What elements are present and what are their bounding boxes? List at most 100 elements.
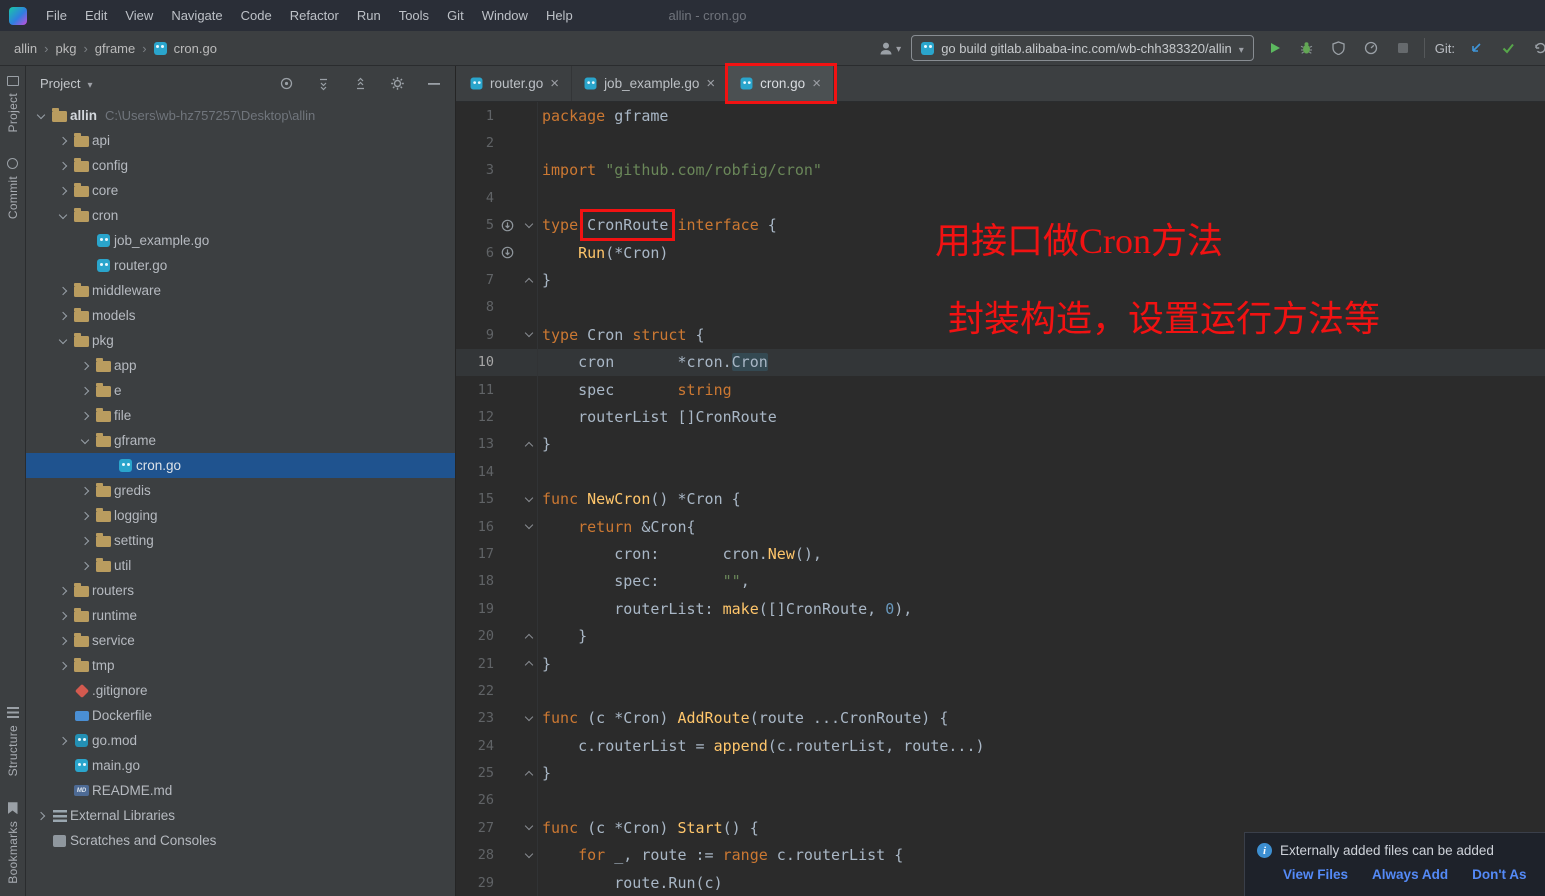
tree-item-models[interactable]: models bbox=[26, 303, 455, 328]
tree-item-cron[interactable]: cron bbox=[26, 203, 455, 228]
tree-item-app[interactable]: app bbox=[26, 353, 455, 378]
tree-item-dockerfile[interactable]: Dockerfile bbox=[26, 703, 455, 728]
chevron-down-icon[interactable] bbox=[54, 335, 71, 344]
tree-item-cron.go[interactable]: cron.go bbox=[26, 453, 455, 478]
close-tab-icon[interactable] bbox=[706, 75, 715, 92]
chevron-right-icon[interactable] bbox=[54, 311, 71, 320]
chevron-down-icon[interactable] bbox=[76, 435, 93, 444]
chevron-right-icon[interactable] bbox=[54, 286, 71, 295]
tree-item-pkg[interactable]: pkg bbox=[26, 328, 455, 353]
fold-collapse-icon[interactable] bbox=[520, 512, 538, 541]
tree-item-routers[interactable]: routers bbox=[26, 578, 455, 603]
tree-item-util[interactable]: util bbox=[26, 553, 455, 578]
stop-button[interactable] bbox=[1392, 37, 1414, 59]
chevron-right-icon[interactable] bbox=[76, 411, 93, 420]
fold-collapse-icon[interactable] bbox=[520, 321, 538, 349]
chevron-right-icon[interactable] bbox=[54, 186, 71, 195]
notification-action-view-files[interactable]: View Files bbox=[1283, 867, 1348, 882]
run-config-selector[interactable]: go build gitlab.alibaba-inc.com/wb-chh38… bbox=[911, 35, 1254, 61]
close-tab-icon[interactable] bbox=[550, 75, 559, 92]
chevron-right-icon[interactable] bbox=[54, 736, 71, 745]
git-commit-button[interactable] bbox=[1497, 37, 1519, 59]
tree-item-core[interactable]: core bbox=[26, 178, 455, 203]
menu-refactor[interactable]: Refactor bbox=[281, 0, 348, 31]
profiler-button[interactable] bbox=[1360, 37, 1382, 59]
tree-item-tmp[interactable]: tmp bbox=[26, 653, 455, 678]
run-with-coverage-button[interactable] bbox=[1328, 37, 1350, 59]
hide-panel-button[interactable] bbox=[423, 73, 445, 95]
chevron-down-icon[interactable] bbox=[32, 110, 49, 119]
fold-end-icon[interactable] bbox=[520, 430, 538, 459]
chevron-right-icon[interactable] bbox=[76, 486, 93, 495]
menu-file[interactable]: File bbox=[37, 0, 76, 31]
breadcrumb-cron.go[interactable]: cron.go bbox=[174, 41, 217, 56]
menu-run[interactable]: Run bbox=[348, 0, 390, 31]
tree-item-router.go[interactable]: router.go bbox=[26, 253, 455, 278]
notification-action-don-t-as[interactable]: Don't As bbox=[1472, 867, 1526, 882]
tool-window-commit[interactable]: Commit bbox=[6, 158, 20, 220]
code-editor[interactable]: 1 package gframe 2 3 import "github.com/robf… bbox=[456, 102, 1545, 896]
fold-collapse-icon[interactable] bbox=[520, 704, 538, 732]
tree-item-readme.md[interactable]: README.md bbox=[26, 778, 455, 803]
user-account-button[interactable] bbox=[878, 39, 901, 57]
tree-item-.gitignore[interactable]: .gitignore bbox=[26, 678, 455, 703]
fold-end-icon[interactable] bbox=[520, 759, 538, 787]
tree-item-runtime[interactable]: runtime bbox=[26, 603, 455, 628]
tool-window-structure[interactable]: Structure bbox=[6, 706, 20, 776]
menu-window[interactable]: Window bbox=[473, 0, 537, 31]
tab-router.go[interactable]: router.go bbox=[458, 66, 573, 101]
chevron-right-icon[interactable] bbox=[54, 136, 71, 145]
tab-cron.go[interactable]: cron.go bbox=[725, 63, 837, 104]
tree-item-job-example.go[interactable]: job_example.go bbox=[26, 228, 455, 253]
tree-item-logging[interactable]: logging bbox=[26, 503, 455, 528]
collapse-all-button[interactable] bbox=[349, 73, 371, 95]
implemented-marker-icon[interactable] bbox=[494, 219, 520, 232]
chevron-right-icon[interactable] bbox=[76, 536, 93, 545]
menu-edit[interactable]: Edit bbox=[76, 0, 116, 31]
project-panel-title[interactable]: Project bbox=[40, 76, 80, 91]
chevron-right-icon[interactable] bbox=[76, 561, 93, 570]
breadcrumb-allin[interactable]: allin bbox=[14, 41, 37, 56]
chevron-right-icon[interactable] bbox=[54, 161, 71, 170]
breadcrumb-pkg[interactable]: pkg bbox=[55, 41, 76, 56]
fold-collapse-icon[interactable] bbox=[520, 211, 538, 239]
tree-item-setting[interactable]: setting bbox=[26, 528, 455, 553]
tree-item-gframe[interactable]: gframe bbox=[26, 428, 455, 453]
chevron-right-icon[interactable] bbox=[76, 361, 93, 370]
git-update-button[interactable] bbox=[1465, 37, 1487, 59]
notification-action-always-add[interactable]: Always Add bbox=[1372, 867, 1448, 882]
breadcrumb-gframe[interactable]: gframe bbox=[95, 41, 135, 56]
tree-item-config[interactable]: config bbox=[26, 153, 455, 178]
implemented-marker-icon[interactable] bbox=[494, 246, 520, 259]
chevron-right-icon[interactable] bbox=[54, 611, 71, 620]
tree-item-file[interactable]: file bbox=[26, 403, 455, 428]
chevron-down-icon[interactable] bbox=[87, 76, 92, 91]
fold-collapse-icon[interactable] bbox=[520, 841, 538, 869]
git-rollback-button[interactable] bbox=[1529, 37, 1545, 59]
tree-item-go.mod[interactable]: go.mod bbox=[26, 728, 455, 753]
menu-git[interactable]: Git bbox=[438, 0, 473, 31]
debug-button[interactable] bbox=[1296, 37, 1318, 59]
expand-all-button[interactable] bbox=[312, 73, 334, 95]
chevron-right-icon[interactable] bbox=[54, 586, 71, 595]
tree-item-main.go[interactable]: main.go bbox=[26, 753, 455, 778]
tree-item-scratches-and-consoles[interactable]: Scratches and Consoles bbox=[26, 828, 455, 853]
tree-item-allin[interactable]: allin C:\Users\wb-hz757257\Desktop\allin bbox=[26, 103, 455, 128]
chevron-right-icon[interactable] bbox=[32, 811, 49, 820]
tool-window-bookmarks[interactable]: Bookmarks bbox=[6, 802, 20, 884]
menu-code[interactable]: Code bbox=[232, 0, 281, 31]
fold-end-icon[interactable] bbox=[520, 266, 538, 294]
chevron-right-icon[interactable] bbox=[76, 386, 93, 395]
tree-item-middleware[interactable]: middleware bbox=[26, 278, 455, 303]
tree-item-service[interactable]: service bbox=[26, 628, 455, 653]
locate-file-button[interactable] bbox=[275, 73, 297, 95]
menu-view[interactable]: View bbox=[116, 0, 162, 31]
fold-end-icon[interactable] bbox=[520, 622, 538, 650]
menu-help[interactable]: Help bbox=[537, 0, 582, 31]
tree-item-gredis[interactable]: gredis bbox=[26, 478, 455, 503]
menu-tools[interactable]: Tools bbox=[390, 0, 438, 31]
fold-collapse-icon[interactable] bbox=[520, 814, 538, 842]
chevron-down-icon[interactable] bbox=[54, 210, 71, 219]
tree-item-api[interactable]: api bbox=[26, 128, 455, 153]
fold-end-icon[interactable] bbox=[520, 649, 538, 678]
